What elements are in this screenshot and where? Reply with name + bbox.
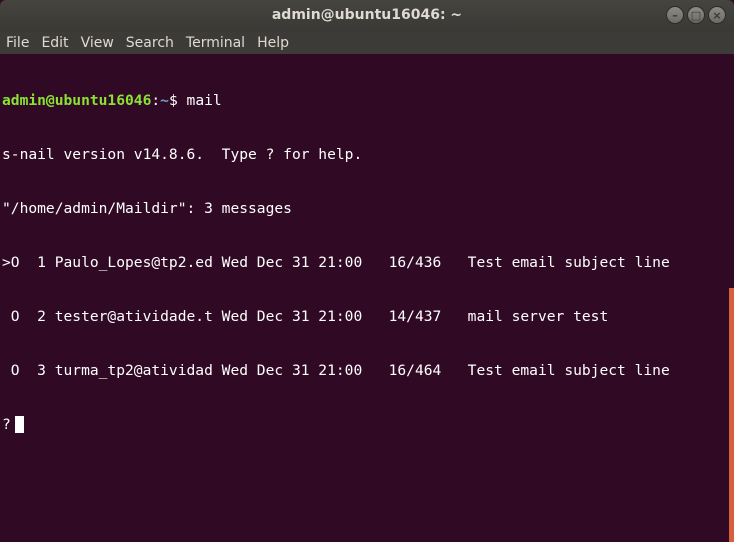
maximize-button[interactable]: □ <box>687 6 705 24</box>
prompt-command: $ mail <box>168 92 222 109</box>
message-row: O 2 tester@atividade.t Wed Dec 31 21:00 … <box>2 308 609 325</box>
terminal-output[interactable]: admin@ubuntu16046:~$ mail s-nail version… <box>0 54 729 488</box>
menu-bar: File Edit View Search Terminal Help <box>0 32 734 54</box>
window-title: admin@ubuntu16046: ~ <box>271 7 463 23</box>
menu-help[interactable]: Help <box>251 32 295 54</box>
maximize-icon: □ <box>690 8 702 22</box>
close-button[interactable]: × <box>708 6 726 24</box>
command-line: admin@ubuntu16046:~$ mail <box>2 92 729 110</box>
menu-file[interactable]: File <box>0 32 35 54</box>
output-line: "/home/admin/Maildir": 3 messages <box>2 200 292 217</box>
menu-view[interactable]: View <box>75 32 120 54</box>
window-controls: – □ × <box>666 6 726 24</box>
minimize-icon: – <box>672 8 678 22</box>
terminal-window: admin@ubuntu16046: ~ – □ × File Edit Vie… <box>0 0 734 542</box>
output-line: s-nail version v14.8.6. Type ? for help. <box>2 146 363 163</box>
menu-terminal[interactable]: Terminal <box>180 32 251 54</box>
minimize-button[interactable]: – <box>666 6 684 24</box>
message-row: >O 1 Paulo_Lopes@tp2.ed Wed Dec 31 21:00… <box>2 254 670 271</box>
input-line[interactable]: ? <box>2 416 729 434</box>
scrollbar-thumb[interactable] <box>729 288 734 542</box>
message-row: O 3 turma_tp2@atividad Wed Dec 31 21:00 … <box>2 362 670 379</box>
menu-search[interactable]: Search <box>120 32 180 54</box>
text-cursor <box>14 416 24 433</box>
prompt-separator: : <box>151 92 161 109</box>
scrollbar-track[interactable] <box>729 54 734 542</box>
menu-edit[interactable]: Edit <box>35 32 74 54</box>
close-icon: × <box>712 8 722 22</box>
title-bar[interactable]: admin@ubuntu16046: ~ – □ × <box>0 0 734 32</box>
input-prompt: ? <box>2 416 11 433</box>
prompt-user: admin@ubuntu16046 <box>2 92 152 109</box>
prompt-path: ~ <box>160 92 169 109</box>
